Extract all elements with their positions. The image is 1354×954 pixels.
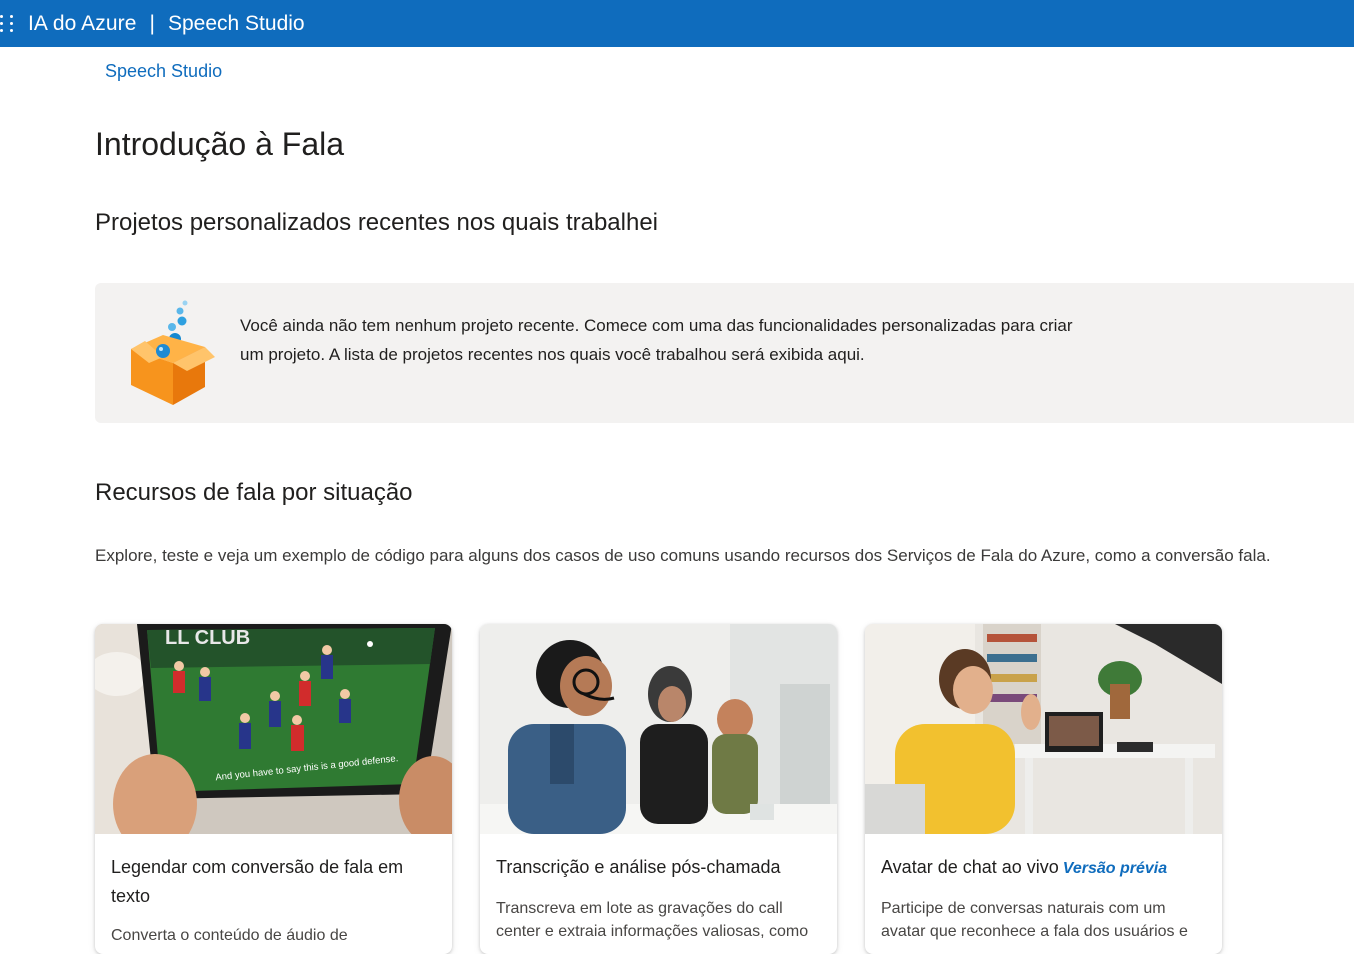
card-title: Transcrição e análise pós-chamada bbox=[496, 857, 781, 877]
preview-badge: Versão prévia bbox=[1062, 860, 1168, 877]
breadcrumb-speech-studio[interactable]: Speech Studio bbox=[105, 61, 222, 82]
card-description: Converta o conteúdo de áudio de bbox=[111, 927, 348, 944]
call-center-image bbox=[480, 624, 837, 834]
product-name[interactable]: Speech Studio bbox=[168, 12, 305, 36]
brand-separator: | bbox=[149, 11, 155, 35]
svg-text:LL CLUB: LL CLUB bbox=[165, 627, 250, 649]
scenario-card-post-call-analytics[interactable]: Transcrição e análise pós-chamada Transc… bbox=[480, 624, 837, 954]
card-title-text: Avatar de chat ao vivo bbox=[881, 857, 1059, 877]
card-description: Transcreva em lote as gravações do call … bbox=[496, 900, 809, 940]
live-chat-avatar-image bbox=[865, 624, 1222, 834]
scenario-card-captioning[interactable]: LL CLUB And you have to say this is a go… bbox=[95, 624, 452, 954]
captioning-image: LL CLUB And you have to say this is a go… bbox=[95, 624, 452, 834]
card-title: Avatar de chat ao vivo Versão prévia bbox=[881, 853, 1206, 883]
waffle-icon[interactable] bbox=[0, 12, 14, 36]
scenarios-description: Explore, teste e veja um exemplo de códi… bbox=[95, 546, 1271, 565]
card-description: Participe de conversas naturais com um a… bbox=[881, 900, 1188, 940]
box-bubbles-icon bbox=[131, 300, 215, 405]
page-title: Introdução à Fala bbox=[95, 126, 345, 162]
brand-name[interactable]: IA do Azure bbox=[28, 12, 137, 36]
scenarios-title: Recursos de fala por situação bbox=[95, 479, 413, 506]
recent-projects-title: Projetos personalizados recentes nos qua… bbox=[95, 209, 659, 236]
recent-projects-empty-message: Você ainda não tem nenhum projeto recent… bbox=[240, 316, 1073, 364]
card-title: Legendar com conversão de fala em texto bbox=[111, 857, 404, 906]
recent-projects-empty-panel: Você ainda não tem nenhum projeto recent… bbox=[95, 283, 1354, 423]
top-bar: IA do Azure | Speech Studio bbox=[0, 0, 1354, 47]
scenario-card-live-chat-avatar[interactable]: Avatar de chat ao vivo Versão prévia Part… bbox=[865, 624, 1222, 954]
